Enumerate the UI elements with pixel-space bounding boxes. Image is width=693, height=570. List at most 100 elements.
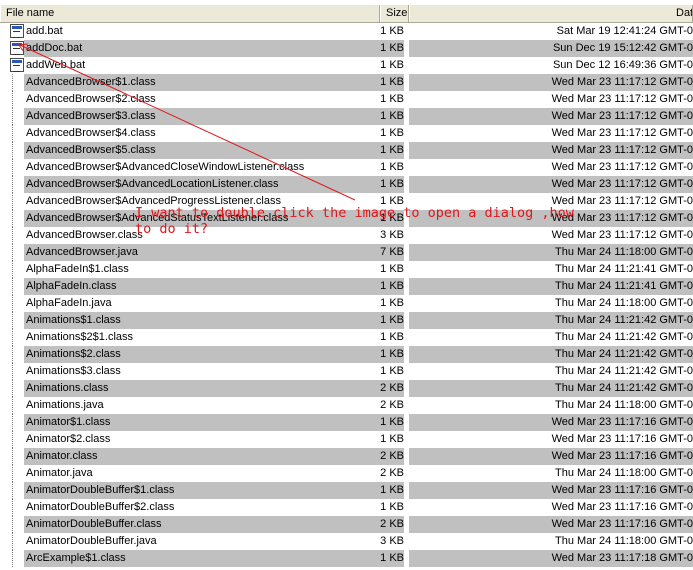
table-row[interactable]: add.bat 1 KB Sat Mar 19 12:41:24 GMT-0 bbox=[0, 23, 693, 40]
table-row[interactable]: AdvancedBrowser$4.class 1 KB Wed Mar 23 11… bbox=[0, 125, 693, 142]
file-name-cell: AdvancedBrowser$1.class bbox=[24, 74, 380, 91]
table-row[interactable]: Animations.class 2 KB Thu Mar 24 11:21:42 … bbox=[0, 380, 693, 397]
table-row[interactable]: Animations$3.class 1 KB Thu Mar 24 11:21:4… bbox=[0, 363, 693, 380]
table-header: File name Size Date bbox=[0, 5, 693, 23]
file-size-cell: 1 KB bbox=[360, 278, 404, 295]
file-date-cell: Thu Mar 24 11:21:42 GMT-0 bbox=[409, 346, 693, 363]
table-row[interactable]: Animator.java 2 KB Thu Mar 24 11:18:00 GMT… bbox=[0, 465, 693, 482]
file-size-cell: 1 KB bbox=[380, 93, 404, 105]
tree-guide-line bbox=[12, 74, 14, 91]
tree-guide-line bbox=[12, 397, 14, 414]
table-row[interactable]: AdvancedBrowser$AdvancedProgressListener… bbox=[0, 193, 693, 210]
file-date-cell: Thu Mar 24 11:21:41 GMT-0 bbox=[555, 263, 693, 275]
tree-guide-line bbox=[12, 227, 14, 244]
batch-file-icon[interactable] bbox=[10, 24, 24, 38]
file-size-cell: 1 KB bbox=[380, 161, 404, 173]
tree-guide-line bbox=[12, 482, 14, 499]
file-name-cell: AlphaFadeIn.class bbox=[24, 278, 380, 295]
table-row[interactable]: Animations$2.class 1 KB Thu Mar 24 11:21:4… bbox=[0, 346, 693, 363]
batch-file-icon[interactable] bbox=[10, 41, 24, 55]
file-size-cell: 1 KB bbox=[360, 312, 404, 329]
file-name-cell: AdvancedBrowser$2.class bbox=[26, 93, 156, 105]
table-row[interactable]: AdvancedBrowser$5.class 1 KB Wed Mar 23 11… bbox=[0, 142, 693, 159]
file-name-cell: AnimatorDoubleBuffer$2.class bbox=[26, 501, 175, 513]
table-row[interactable]: AdvancedBrowser$AdvancedCloseWindowListe… bbox=[0, 159, 693, 176]
file-name-cell: AnimatorDoubleBuffer.class bbox=[24, 516, 380, 533]
table-row[interactable]: Animations$2$1.class 1 KB Thu Mar 24 11:21… bbox=[0, 329, 693, 346]
column-header-file-name[interactable]: File name bbox=[0, 5, 380, 22]
file-date-cell: Thu Mar 24 11:18:00 GMT-0 bbox=[409, 244, 693, 261]
tree-guide-line bbox=[12, 448, 14, 465]
table-row[interactable]: AlphaFadeIn$1.class 1 KB Thu Mar 24 11:21:… bbox=[0, 261, 693, 278]
table-row[interactable]: ArcExample$1.class 1 KB Wed Mar 23 11:17:1… bbox=[0, 550, 693, 567]
file-name-cell: AdvancedBrowser$AdvancedLocationListener… bbox=[24, 176, 380, 193]
tree-guide-line bbox=[12, 499, 14, 516]
file-date-cell: Wed Mar 23 11:17:16 GMT-0 bbox=[409, 414, 693, 431]
file-date-cell: Wed Mar 23 11:17:12 GMT-0 bbox=[409, 176, 693, 193]
table-row[interactable]: Animator$2.class 1 KB Wed Mar 23 11:17:16 … bbox=[0, 431, 693, 448]
file-date-cell: Thu Mar 24 11:18:00 GMT-0 bbox=[555, 535, 693, 547]
file-size-cell: 1 KB bbox=[380, 433, 404, 445]
file-name-cell: AnimatorDoubleBuffer$1.class bbox=[24, 482, 380, 499]
tree-guide-line bbox=[12, 346, 14, 363]
file-date-cell: Sun Dec 19 15:12:42 GMT-0 bbox=[409, 40, 693, 57]
file-name-cell: addDoc.bat bbox=[24, 40, 380, 57]
table-row[interactable]: AlphaFadeIn.java 1 KB Thu Mar 24 11:18:00 … bbox=[0, 295, 693, 312]
file-date-cell: Wed Mar 23 11:17:12 GMT-0 bbox=[551, 93, 693, 105]
file-size-cell: 2 KB bbox=[360, 448, 404, 465]
file-date-cell: Thu Mar 24 11:21:42 GMT-0 bbox=[555, 365, 693, 377]
tree-guide-line bbox=[12, 142, 14, 159]
table-row[interactable]: AdvancedBrowser.java 7 KB Thu Mar 24 11:18… bbox=[0, 244, 693, 261]
file-name-cell: AdvancedBrowser.java bbox=[24, 244, 380, 261]
table-row[interactable]: AdvancedBrowser.class 3 KB Wed Mar 23 11:1… bbox=[0, 227, 693, 244]
column-header-date[interactable]: Date bbox=[409, 5, 693, 22]
file-date-cell: Wed Mar 23 11:17:12 GMT-0 bbox=[409, 108, 693, 125]
file-size-cell: 1 KB bbox=[380, 127, 404, 139]
column-header-size[interactable]: Size bbox=[380, 5, 409, 22]
table-row[interactable]: Animations$1.class 1 KB Thu Mar 24 11:21:4… bbox=[0, 312, 693, 329]
table-row[interactable]: AdvancedBrowser$2.class 1 KB Wed Mar 23 11… bbox=[0, 91, 693, 108]
file-size-cell: 7 KB bbox=[360, 244, 404, 261]
table-row[interactable]: Animator.class 2 KB Wed Mar 23 11:17:16 GM… bbox=[0, 448, 693, 465]
table-row[interactable]: AdvancedBrowser$AdvancedStatusTextListen… bbox=[0, 210, 693, 227]
file-name-cell: Animations.class bbox=[24, 380, 380, 397]
tree-guide-line bbox=[12, 210, 14, 227]
table-row[interactable]: addWeb.bat 1 KB Sun Dec 12 16:49:36 GMT-0 bbox=[0, 57, 693, 74]
file-name-cell: Animations$1.class bbox=[24, 312, 380, 329]
table-row[interactable]: AdvancedBrowser$AdvancedLocationListener… bbox=[0, 176, 693, 193]
table-row[interactable]: AdvancedBrowser$1.class 1 KB Wed Mar 23 11… bbox=[0, 74, 693, 91]
tree-guide-line bbox=[12, 329, 14, 346]
file-name-cell: Animator.class bbox=[24, 448, 380, 465]
file-name-cell: AdvancedBrowser$AdvancedProgressListener… bbox=[26, 195, 281, 207]
file-name-cell: AnimatorDoubleBuffer.java bbox=[26, 535, 157, 547]
file-date-cell: Wed Mar 23 11:17:16 GMT-0 bbox=[551, 501, 693, 513]
file-date-cell: Thu Mar 24 11:18:00 GMT-0 bbox=[555, 297, 693, 309]
tree-guide-line bbox=[12, 533, 14, 550]
table-row[interactable]: AnimatorDoubleBuffer.class 2 KB Wed Mar 23… bbox=[0, 516, 693, 533]
file-name-cell: AdvancedBrowser$5.class bbox=[24, 142, 380, 159]
file-size-cell: 1 KB bbox=[380, 25, 404, 37]
table-row[interactable]: AnimatorDoubleBuffer$1.class 1 KB Wed Mar … bbox=[0, 482, 693, 499]
table-row[interactable]: Animations.java 2 KB Thu Mar 24 11:18:00 G… bbox=[0, 397, 693, 414]
file-date-cell: Wed Mar 23 11:17:12 GMT-0 bbox=[409, 142, 693, 159]
file-size-cell: 1 KB bbox=[360, 176, 404, 193]
table-row[interactable]: AdvancedBrowser$3.class 1 KB Wed Mar 23 11… bbox=[0, 108, 693, 125]
file-name-cell: Animator$1.class bbox=[24, 414, 380, 431]
file-size-cell: 1 KB bbox=[360, 550, 404, 567]
table-row[interactable]: addDoc.bat 1 KB Sun Dec 19 15:12:42 GMT-0 bbox=[0, 40, 693, 57]
file-name-cell: Animations$3.class bbox=[26, 365, 121, 377]
tree-guide-line bbox=[12, 261, 14, 278]
file-name-cell: AdvancedBrowser.class bbox=[26, 229, 143, 241]
batch-file-icon[interactable] bbox=[10, 58, 24, 72]
file-name-cell: AdvancedBrowser$AdvancedStatusTextListen… bbox=[24, 210, 380, 227]
file-date-cell: Wed Mar 23 11:17:16 GMT-0 bbox=[551, 433, 693, 445]
file-date-cell: Thu Mar 24 11:21:42 GMT-0 bbox=[555, 331, 693, 343]
table-row[interactable]: AnimatorDoubleBuffer$2.class 1 KB Wed Mar … bbox=[0, 499, 693, 516]
table-row[interactable]: Animator$1.class 1 KB Wed Mar 23 11:17:16 … bbox=[0, 414, 693, 431]
table-row[interactable]: AnimatorDoubleBuffer.java 3 KB Thu Mar 24 … bbox=[0, 533, 693, 550]
file-name-cell: AdvancedBrowser$AdvancedCloseWindowListe… bbox=[26, 161, 305, 173]
file-size-cell: 1 KB bbox=[380, 331, 404, 343]
table-row[interactable]: AlphaFadeIn.class 1 KB Thu Mar 24 11:21:41… bbox=[0, 278, 693, 295]
file-name-cell: Animations$2$1.class bbox=[26, 331, 134, 343]
file-date-cell: Wed Mar 23 11:17:16 GMT-0 bbox=[409, 448, 693, 465]
